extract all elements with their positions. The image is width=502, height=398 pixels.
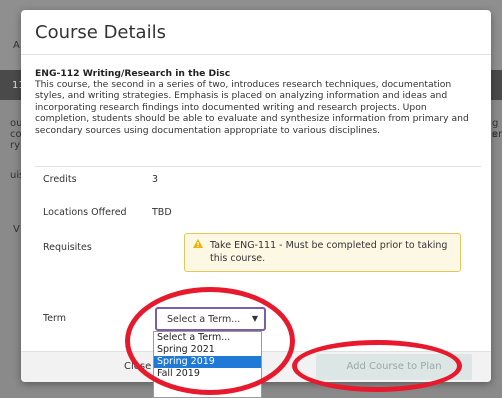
credits-value: 3 [152,174,159,185]
caret-down-icon: ▼ [251,314,258,323]
background-fragment: en [492,129,502,140]
background-fragment: co [10,129,22,140]
term-option[interactable]: Fall 2019 [154,368,261,380]
background-fragment: ry [10,140,21,151]
term-label: Term [43,313,67,324]
requisites-label: Requisites [43,242,92,253]
term-option-highlighted[interactable]: Spring 2019 [154,356,261,368]
term-option[interactable]: Select a Term... [154,332,261,344]
modal-title: Course Details [35,22,166,43]
term-select-value: Select a Term... [167,314,241,325]
term-select[interactable]: Select a Term... ▼ [155,307,266,331]
requisite-alert: Take ENG-111 - Must be completed prior t… [184,233,461,272]
requisite-text: Take ENG-111 - Must be completed prior t… [210,240,448,264]
add-course-to-plan-button[interactable]: Add Course to Plan [316,354,472,380]
description-divider [35,166,481,167]
background-fragment: A [13,40,20,51]
close-button[interactable]: Close [124,361,151,372]
warning-triangle-icon [193,239,203,248]
course-description: This course, the second in a series of t… [35,79,469,136]
locations-label: Locations Offered [43,207,127,218]
term-dropdown-list: Select a Term... Spring 2021 Spring 2019… [153,331,262,398]
course-name: ENG-112 Writing/Research in the Disc [35,68,231,79]
locations-value: TBD [152,207,172,218]
term-option[interactable]: Spring 2021 [154,344,261,356]
background-fragment: V [13,224,20,235]
header-divider [21,54,491,55]
credits-label: Credits [43,174,77,185]
